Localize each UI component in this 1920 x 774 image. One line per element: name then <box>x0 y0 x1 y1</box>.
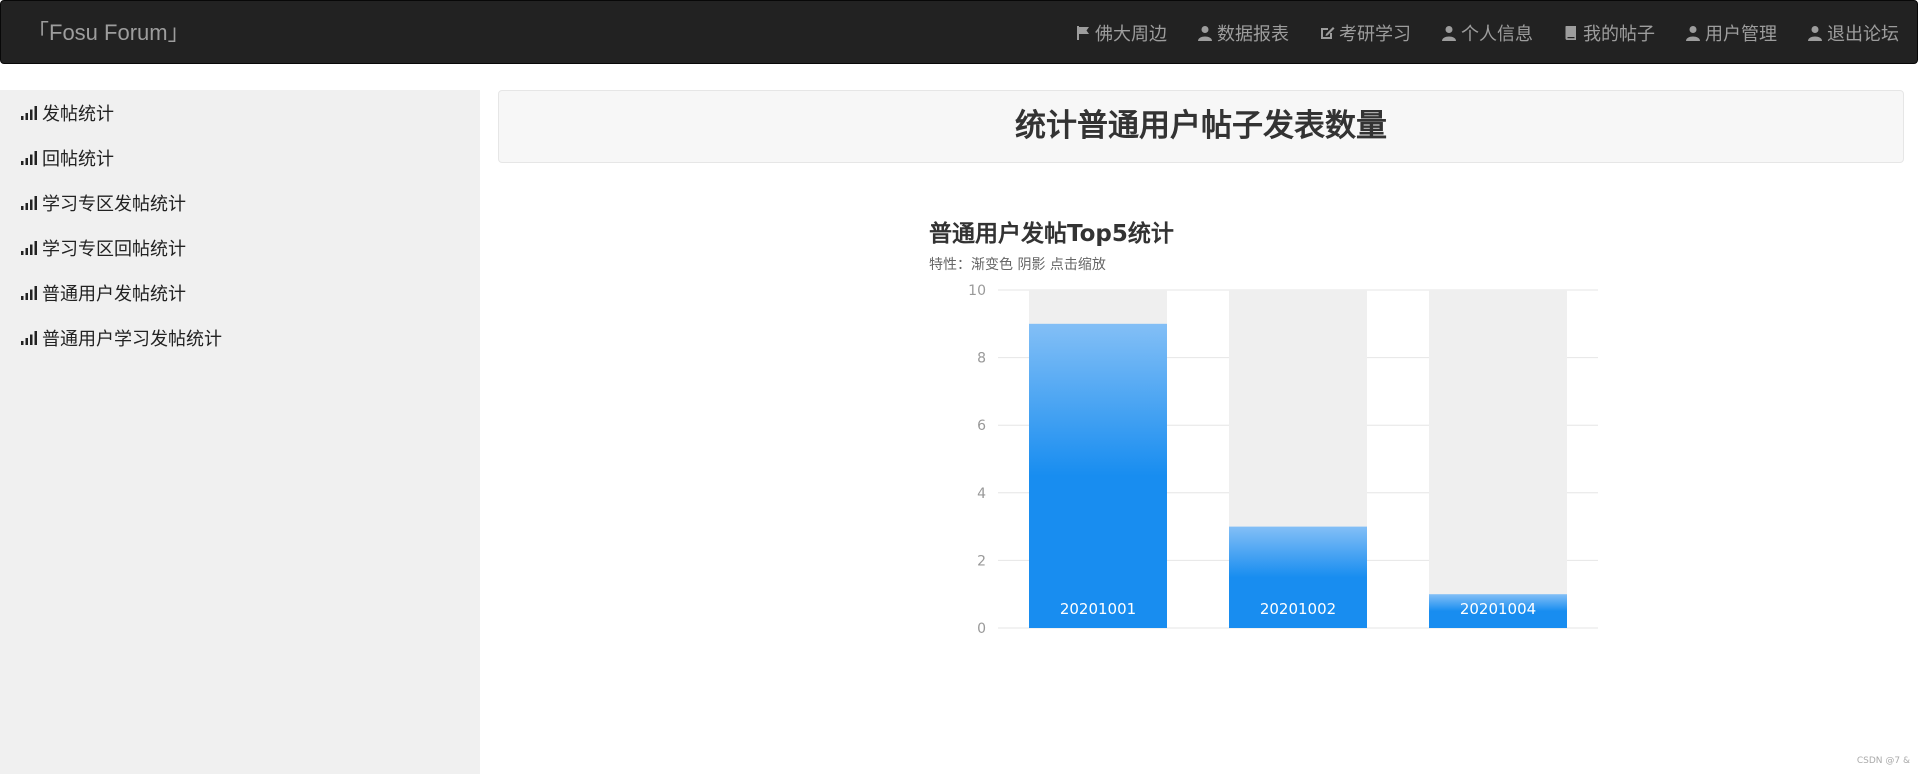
bar-category-label: 20201001 <box>1060 600 1136 618</box>
sidebar-item-label: 学习专区发帖统计 <box>42 194 186 215</box>
sidebar-item-user-post-stats[interactable]: 普通用户发帖统计 <box>20 280 186 306</box>
y-tick-label: 8 <box>977 351 986 367</box>
chart-title: 普通用户发帖Top5统计 <box>929 221 1174 247</box>
user-icon <box>1808 26 1822 41</box>
sidebar-item-study-post-stats[interactable]: 学习专区发帖统计 <box>20 190 186 216</box>
nav-item-label: 数据报表 <box>1217 24 1289 45</box>
chart-subtitle: 特性：渐变色 阴影 点击缩放 <box>929 257 1106 273</box>
sidebar: 发帖统计 回帖统计 学习专区发帖统计 学习专区回帖统计 普通用户发帖统计 普通用… <box>0 90 480 774</box>
nav-menu: 佛大周边 数据报表 考研学习 个人信息 我的帖子 用户管理 退出论坛 <box>1045 1 1899 65</box>
signal-icon <box>21 196 37 210</box>
nav-item-label: 退出论坛 <box>1827 24 1899 45</box>
sidebar-item-label: 学习专区回帖统计 <box>42 239 186 260</box>
sidebar-item-label: 普通用户学习发帖统计 <box>42 329 222 350</box>
nav-item-reports[interactable]: 数据报表 <box>1197 20 1289 46</box>
nav-item-label: 我的帖子 <box>1583 24 1655 45</box>
top-navbar: 「Fosu Forum」 佛大周边 数据报表 考研学习 个人信息 我的帖子 用户… <box>0 0 1918 64</box>
nav-item-label: 个人信息 <box>1461 24 1533 45</box>
nav-item-label: 佛大周边 <box>1095 24 1167 45</box>
user-icon <box>1686 26 1700 41</box>
nav-item-user-admin[interactable]: 用户管理 <box>1685 20 1777 46</box>
y-tick-label: 10 <box>968 283 986 299</box>
y-tick-label: 0 <box>977 621 986 637</box>
nav-item-study[interactable]: 考研学习 <box>1319 20 1411 46</box>
nav-item-my-posts[interactable]: 我的帖子 <box>1563 20 1655 46</box>
bar-category-label: 20201004 <box>1460 600 1536 618</box>
y-tick-label: 2 <box>977 553 986 569</box>
user-icon <box>1442 26 1456 41</box>
edit-icon <box>1321 27 1335 39</box>
nav-item-label: 考研学习 <box>1339 24 1411 45</box>
flag-icon <box>1077 26 1089 40</box>
signal-icon <box>21 241 37 255</box>
page-title-panel: 统计普通用户帖子发表数量 <box>498 90 1904 163</box>
brand-logo[interactable]: 「Fosu Forum」 <box>27 1 190 65</box>
bar-shadow <box>1429 290 1567 628</box>
sidebar-item-user-study-post-stats[interactable]: 普通用户学习发帖统计 <box>20 325 222 351</box>
user-icon <box>1198 26 1212 41</box>
sidebar-item-label: 普通用户发帖统计 <box>42 284 186 305</box>
sidebar-item-label: 回帖统计 <box>42 149 114 170</box>
nav-item-label: 用户管理 <box>1705 24 1777 45</box>
nav-item-campus[interactable]: 佛大周边 <box>1075 20 1167 46</box>
y-tick-label: 6 <box>977 418 986 434</box>
signal-icon <box>21 331 37 345</box>
sidebar-item-label: 发帖统计 <box>42 104 114 125</box>
sidebar-item-post-stats[interactable]: 发帖统计 <box>20 100 114 126</box>
sidebar-item-study-reply-stats[interactable]: 学习专区回帖统计 <box>20 235 186 261</box>
bar-chart[interactable]: 0 2 4 6 8 10 20201001 20201002 20201004 <box>940 280 1600 640</box>
nav-item-profile[interactable]: 个人信息 <box>1441 20 1533 46</box>
signal-icon <box>21 106 37 120</box>
signal-icon <box>21 286 37 300</box>
bar-category-label: 20201002 <box>1260 600 1336 618</box>
bar[interactable] <box>1029 323 1167 628</box>
page-title: 统计普通用户帖子发表数量 <box>1015 108 1387 144</box>
sidebar-item-reply-stats[interactable]: 回帖统计 <box>20 145 114 171</box>
signal-icon <box>21 151 37 165</box>
watermark: CSDN @7 & <box>1856 756 1910 766</box>
nav-item-logout[interactable]: 退出论坛 <box>1807 20 1899 46</box>
book-icon <box>1565 26 1576 40</box>
y-tick-label: 4 <box>977 486 986 502</box>
